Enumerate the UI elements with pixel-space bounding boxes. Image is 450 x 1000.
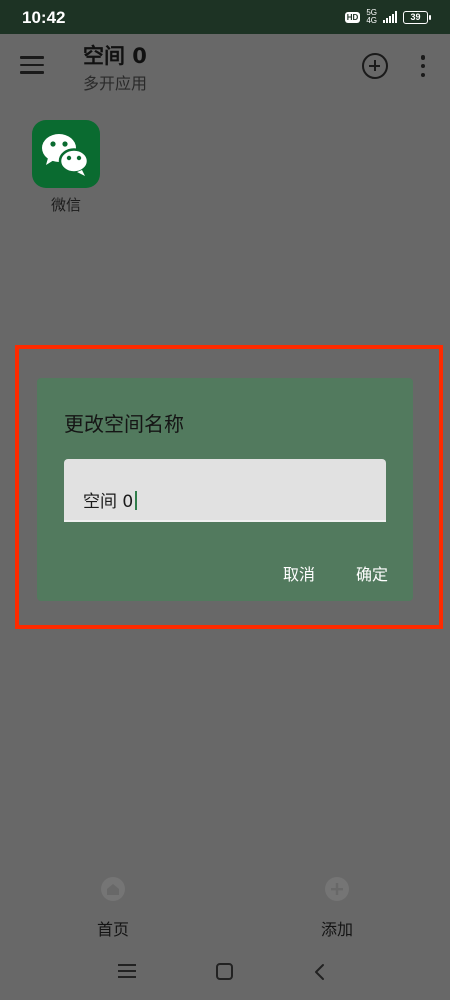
network-type: 5G 4G xyxy=(366,9,377,25)
add-icon xyxy=(325,877,349,901)
recent-apps-button[interactable] xyxy=(118,964,136,982)
network-4g-label: 4G xyxy=(366,16,377,25)
confirm-button[interactable]: 确定 xyxy=(356,561,388,585)
home-icon xyxy=(101,877,125,901)
space-name-input[interactable]: 空间 0 xyxy=(64,459,386,522)
cancel-button[interactable]: 取消 xyxy=(283,561,315,585)
add-circle-icon[interactable] xyxy=(362,53,388,79)
menu-icon[interactable] xyxy=(20,56,44,74)
nav-label-add: 添加 xyxy=(320,920,353,939)
space-name-input-value: 空间 0 xyxy=(83,487,138,512)
dialog-title: 更改空间名称 xyxy=(64,412,184,436)
status-icons: HD 5G 4G 39 xyxy=(344,9,431,25)
text-caret xyxy=(135,491,138,510)
bottom-nav: 首页 添加 xyxy=(0,868,450,942)
system-nav-bar xyxy=(0,942,450,1000)
hd-badge: HD xyxy=(344,11,361,23)
back-button[interactable] xyxy=(312,962,328,982)
app-tile-wechat[interactable]: 微信 xyxy=(28,118,104,215)
signal-icon xyxy=(383,11,397,23)
app-label: 微信 xyxy=(50,196,81,214)
app-bar: 空间 0 多开应用 xyxy=(0,34,450,100)
status-time: 10:42 xyxy=(22,8,66,27)
home-button[interactable] xyxy=(216,963,233,980)
rename-dialog: 更改空间名称 空间 0 取消 确定 xyxy=(37,378,413,601)
nav-label-home: 首页 xyxy=(96,920,129,939)
page-subtitle: 多开应用 xyxy=(83,74,148,93)
wechat-icon xyxy=(32,120,100,188)
more-vert-icon[interactable] xyxy=(420,55,426,77)
battery-icon: 39 xyxy=(403,10,431,24)
nav-item-add[interactable]: 添加 xyxy=(277,876,397,940)
status-bar: 10:42 HD 5G 4G 39 xyxy=(0,0,450,34)
nav-item-home[interactable]: 首页 xyxy=(53,876,173,940)
page-title: 空间 0 xyxy=(83,44,147,68)
